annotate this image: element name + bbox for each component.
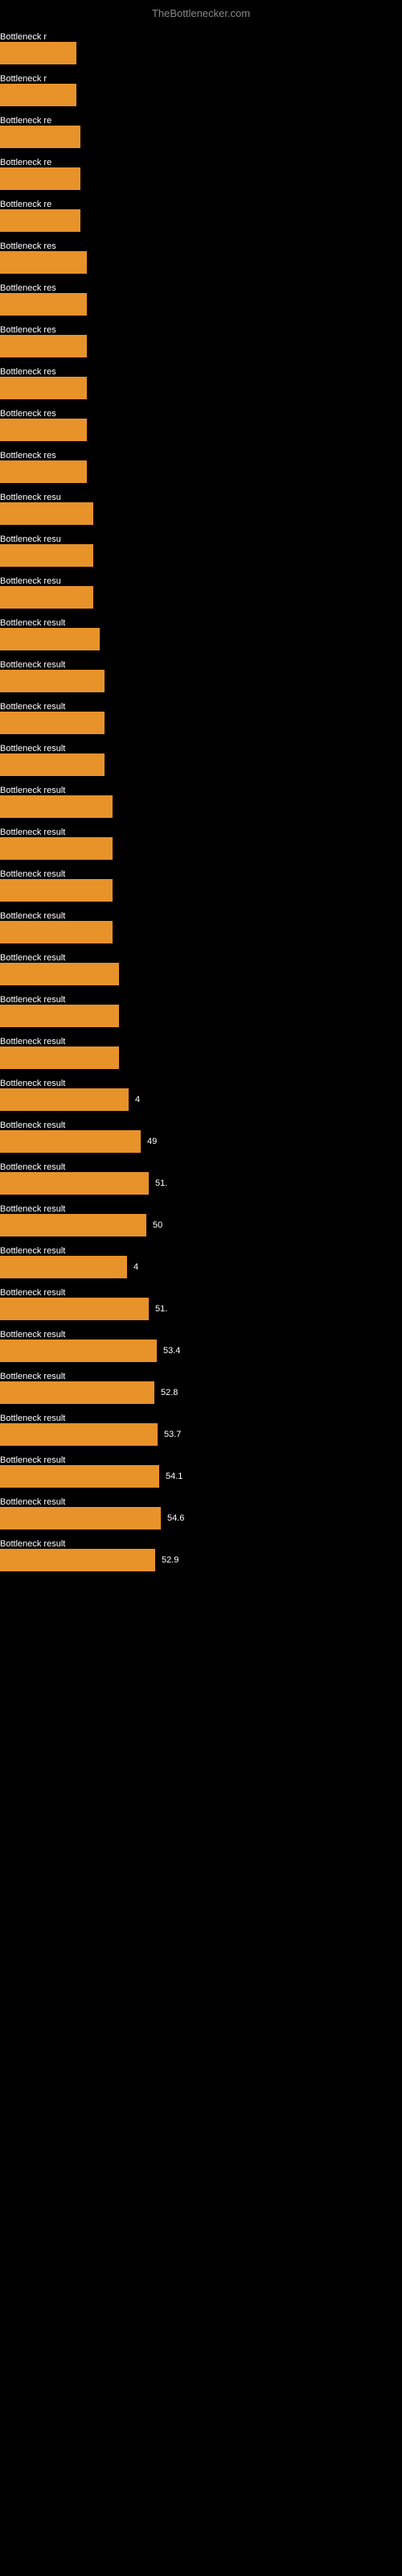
- bar-label: Bottleneck res: [0, 451, 56, 460]
- bar-label: Bottleneck res: [0, 325, 56, 335]
- bar-label: Bottleneck result: [0, 702, 65, 712]
- bar-value: 49: [147, 1137, 157, 1146]
- bar-label: Bottleneck res: [0, 283, 56, 293]
- bar-row: Bottleneck result: [0, 1037, 402, 1079]
- bar-label: Bottleneck result: [0, 828, 65, 837]
- bar-row: Bottleneck resu: [0, 493, 402, 535]
- bar-label: Bottleneck result: [0, 911, 65, 921]
- bar-label: Bottleneck result: [0, 1037, 65, 1046]
- bar-label: Bottleneck result: [0, 953, 65, 963]
- bar-label: Bottleneck result: [0, 1330, 65, 1340]
- bar-value: 4: [133, 1262, 138, 1272]
- bar-row: Bottleneck result: [0, 702, 402, 744]
- bar-row: Bottleneck result: [0, 828, 402, 869]
- bar-label: Bottleneck result: [0, 1204, 65, 1214]
- bar-row: Bottleneck res: [0, 367, 402, 409]
- bar-value: 53.7: [164, 1430, 181, 1439]
- bar-row: Bottleneck res: [0, 242, 402, 283]
- bar-label: Bottleneck result: [0, 618, 65, 628]
- bar-row: Bottleneck result 49: [0, 1121, 402, 1162]
- bar-row: Bottleneck result: [0, 869, 402, 911]
- bar-label: Bottleneck result: [0, 1162, 65, 1172]
- bar-label: Bottleneck result: [0, 1079, 65, 1088]
- bar-row: Bottleneck res: [0, 325, 402, 367]
- bar-label: Bottleneck re: [0, 200, 51, 209]
- bar-row: Bottleneck result 51.: [0, 1288, 402, 1330]
- bar-row: Bottleneck result: [0, 744, 402, 786]
- bar-label: Bottleneck result: [0, 1121, 65, 1130]
- bar-row: Bottleneck resu: [0, 576, 402, 618]
- bar-row: Bottleneck res: [0, 409, 402, 451]
- bar-row: Bottleneck result: [0, 995, 402, 1037]
- bar-value: 53.4: [163, 1346, 180, 1356]
- bar-row: Bottleneck result: [0, 786, 402, 828]
- bar-row: Bottleneck result 50: [0, 1204, 402, 1246]
- bar-value: 52.8: [161, 1388, 178, 1397]
- bar-row: Bottleneck r: [0, 74, 402, 116]
- bar-label: Bottleneck result: [0, 1288, 65, 1298]
- bar-row: Bottleneck result 52.9: [0, 1539, 402, 1581]
- bar-row: Bottleneck re: [0, 116, 402, 158]
- bar-row: Bottleneck result 4: [0, 1246, 402, 1288]
- bar-row: Bottleneck result 4: [0, 1079, 402, 1121]
- bar-value: 50: [153, 1220, 162, 1230]
- bar-row: Bottleneck result 53.7: [0, 1414, 402, 1455]
- bar-label: Bottleneck result: [0, 660, 65, 670]
- bar-value: 54.6: [167, 1513, 184, 1523]
- bar-label: Bottleneck res: [0, 367, 56, 377]
- bar-row: Bottleneck result: [0, 618, 402, 660]
- bar-value: 51.: [155, 1304, 167, 1314]
- bar-label: Bottleneck resu: [0, 576, 61, 586]
- bar-label: Bottleneck result: [0, 1414, 65, 1423]
- bar-label: Bottleneck result: [0, 1497, 65, 1507]
- bar-label: Bottleneck result: [0, 1372, 65, 1381]
- bar-label: Bottleneck res: [0, 242, 56, 251]
- bar-row: Bottleneck result 54.1: [0, 1455, 402, 1497]
- bar-value: 4: [135, 1095, 140, 1104]
- bar-row: Bottleneck res: [0, 451, 402, 493]
- bar-row: Bottleneck result: [0, 911, 402, 953]
- site-title: TheBottlenecker.com: [152, 7, 250, 19]
- bar-value: 54.1: [166, 1472, 183, 1481]
- bar-row: Bottleneck re: [0, 158, 402, 200]
- bar-label: Bottleneck result: [0, 995, 65, 1005]
- bar-value: 51.: [155, 1179, 167, 1188]
- bar-label: Bottleneck result: [0, 786, 65, 795]
- bar-label: Bottleneck result: [0, 869, 65, 879]
- bar-value: 52.9: [162, 1555, 178, 1565]
- header: TheBottlenecker.com: [0, 0, 402, 24]
- bar-label: Bottleneck re: [0, 116, 51, 126]
- bar-label: Bottleneck resu: [0, 535, 61, 544]
- bar-row: Bottleneck r: [0, 32, 402, 74]
- bar-row: Bottleneck result 53.4: [0, 1330, 402, 1372]
- bar-row: Bottleneck resu: [0, 535, 402, 576]
- bar-row: Bottleneck result 51.: [0, 1162, 402, 1204]
- bar-label: Bottleneck r: [0, 74, 47, 84]
- bar-label: Bottleneck result: [0, 1246, 65, 1256]
- bar-row: Bottleneck result 52.8: [0, 1372, 402, 1414]
- bar-label: Bottleneck result: [0, 1455, 65, 1465]
- bar-label: Bottleneck result: [0, 744, 65, 753]
- bar-row: Bottleneck result: [0, 660, 402, 702]
- bar-label: Bottleneck resu: [0, 493, 61, 502]
- bar-label: Bottleneck re: [0, 158, 51, 167]
- bar-row: Bottleneck re: [0, 200, 402, 242]
- bar-label: Bottleneck result: [0, 1539, 65, 1549]
- bar-label: Bottleneck res: [0, 409, 56, 419]
- bar-row: Bottleneck result 54.6: [0, 1497, 402, 1539]
- chart-area: Bottleneck r Bottleneck r Bottleneck re Bot…: [0, 24, 402, 1589]
- bar-row: Bottleneck res: [0, 283, 402, 325]
- bar-row: Bottleneck result: [0, 953, 402, 995]
- bar-label: Bottleneck r: [0, 32, 47, 42]
